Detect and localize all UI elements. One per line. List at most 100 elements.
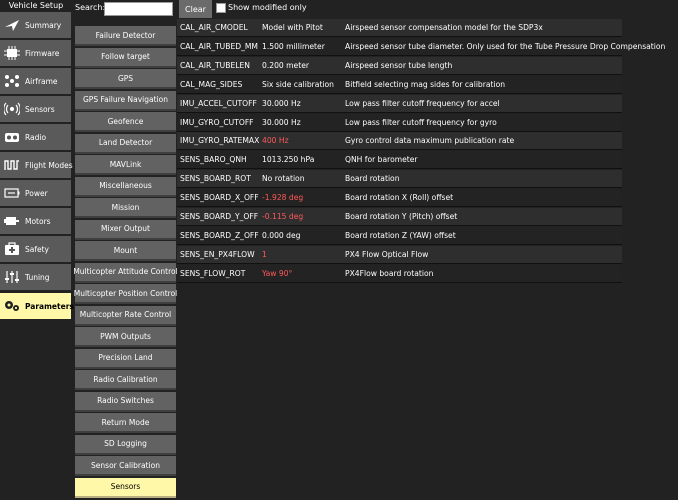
group-mavlink[interactable]: MAVLink	[75, 155, 176, 175]
param-description: Low pass filter cutoff frequency for gyr…	[345, 117, 497, 127]
flight-modes-icon	[3, 157, 21, 173]
group-mount[interactable]: Mount	[75, 241, 176, 261]
nav-item-firmware[interactable]: Firmware	[0, 40, 71, 66]
group-follow-target[interactable]: Follow target	[75, 47, 176, 68]
param-name: IMU_GYRO_CUTOFF	[180, 117, 254, 127]
param-row[interactable]: CAL_AIR_TUBED_MM 1.500 millimeter Airspeed…	[177, 37, 665, 56]
radio-icon	[3, 129, 21, 145]
nav-item-label: Tuning	[25, 272, 50, 282]
param-name: IMU_GYRO_RATEMAX	[180, 136, 260, 146]
nav-item-label: Firmware	[25, 48, 60, 58]
group-return-mode[interactable]: Return Mode	[75, 413, 176, 433]
param-value: 400 Hz	[262, 136, 289, 146]
param-value: Six side calibration	[262, 79, 334, 89]
group-multicopter-rate-control[interactable]: Multicopter Rate Control	[75, 305, 176, 326]
nav-item-sensors[interactable]: Sensors	[0, 96, 71, 122]
param-name: SENS_BOARD_Z_OFF	[180, 230, 259, 240]
group-failure-detector[interactable]: Failure Detector	[75, 26, 176, 46]
param-value: 0.200 meter	[262, 60, 309, 70]
param-row[interactable]: SENS_EN_PX4FLOW 1 PX4 Flow Optical Flow	[177, 245, 622, 264]
param-description: QNH for barometer	[345, 155, 418, 165]
airframe-icon	[3, 73, 21, 89]
safety-icon	[3, 241, 21, 257]
firmware-icon	[3, 45, 21, 61]
group-geofence[interactable]: Geofence	[75, 112, 176, 132]
nav-item-power[interactable]: Power	[0, 180, 71, 206]
nav-item-radio[interactable]: Radio	[0, 124, 71, 150]
group-sd-logging[interactable]: SD Logging	[75, 434, 176, 455]
param-name: IMU_ACCEL_CUTOFF	[180, 98, 257, 108]
param-row[interactable]: IMU_ACCEL_CUTOFF 30.000 Hz Low pass filter…	[177, 94, 622, 113]
param-row[interactable]: CAL_AIR_TUBELEN 0.200 meter Airspeed senso…	[177, 56, 622, 75]
nav-item-airframe[interactable]: Airframe	[0, 68, 71, 94]
power-icon	[3, 185, 21, 201]
param-value: 1	[262, 249, 267, 259]
group-sensors[interactable]: Sensors	[75, 477, 176, 498]
param-name: CAL_AIR_CMODEL	[180, 23, 248, 32]
param-description: PX4Flow board rotation	[345, 268, 434, 278]
param-description: Bitfield selecting mag sides for calibra…	[345, 79, 506, 89]
param-name: SENS_BOARD_X_OFF	[180, 193, 259, 203]
nav-item-summary[interactable]: Summary	[0, 12, 71, 38]
group-multicopter-attitude-control[interactable]: Multicopter Attitude Control	[73, 262, 178, 283]
motors-icon	[3, 213, 21, 229]
group-gps-failure-navigation[interactable]: GPS Failure Navigation	[75, 90, 176, 111]
nav-item-label: Safety	[25, 244, 49, 254]
param-row[interactable]: SENS_BOARD_Z_OFF 0.000 deg Board rotation …	[177, 226, 622, 245]
param-name: CAL_AIR_TUBELEN	[180, 60, 250, 70]
param-value: 0.000 deg	[262, 230, 301, 240]
nav-item-label: Airframe	[25, 76, 58, 86]
group-precision-land[interactable]: Precision Land	[75, 348, 176, 369]
param-row[interactable]: SENS_FLOW_ROT Yaw 90° PX4Flow board rotati…	[177, 264, 622, 283]
param-row[interactable]: SENS_BOARD_Y_OFF -0.115 deg Board rotation…	[177, 208, 622, 226]
param-row[interactable]: IMU_GYRO_RATEMAX 400 Hz Gyro control data …	[177, 132, 622, 151]
nav-item-parameters[interactable]: Parameters	[0, 293, 74, 319]
param-name: CAL_AIR_TUBED_MM	[180, 41, 258, 51]
param-value: Yaw 90°	[262, 268, 293, 278]
param-value: 30.000 Hz	[262, 98, 301, 108]
param-row[interactable]: CAL_AIR_CMODEL Model with Pitot Airspeed s…	[177, 19, 622, 37]
param-description: Board rotation Y (Pitch) offset	[345, 212, 458, 221]
param-value: 30.000 Hz	[262, 117, 301, 127]
nav-item-label: Power	[25, 188, 48, 198]
param-description: Board rotation Z (YAW) offset	[345, 230, 456, 240]
nav-item-safety[interactable]: Safety	[0, 236, 71, 262]
nav-item-flight-modes[interactable]: Flight Modes	[0, 152, 73, 178]
search-input[interactable]	[104, 2, 173, 16]
group-pwm-outputs[interactable]: PWM Outputs	[75, 327, 176, 347]
group-multicopter-position-control[interactable]: Multicopter Position Control	[74, 284, 177, 304]
group-radio-calibration[interactable]: Radio Calibration	[75, 370, 176, 390]
show-modified-checkbox[interactable]	[216, 3, 226, 13]
group-mission[interactable]: Mission	[75, 198, 176, 218]
param-row[interactable]: SENS_BARO_QNH 1013.250 hPa QNH for baromet…	[177, 151, 622, 170]
param-name: SENS_BOARD_ROT	[180, 174, 251, 184]
group-land-detector[interactable]: Land Detector	[75, 133, 176, 154]
param-description: Airspeed sensor tube diameter. Only used…	[345, 41, 666, 51]
param-row[interactable]: SENS_BOARD_X_OFF -1.928 deg Board rotation…	[177, 189, 622, 208]
param-name: SENS_BOARD_Y_OFF	[180, 212, 259, 221]
param-value: 1.500 millimeter	[262, 41, 325, 51]
param-row[interactable]: SENS_BOARD_ROT No rotation Board rotation	[177, 170, 622, 189]
param-name: SENS_BARO_QNH	[180, 155, 247, 165]
nav-item-label: Sensors	[25, 104, 55, 114]
group-mixer-output[interactable]: Mixer Output	[75, 219, 176, 240]
group-radio-switches[interactable]: Radio Switches	[75, 391, 176, 412]
param-description: Gyro control data maximum publication ra…	[345, 136, 515, 146]
nav-title: Vehicle Setup	[8, 1, 64, 10]
group-miscellaneous[interactable]: Miscellaneous	[75, 176, 176, 197]
param-row[interactable]: CAL_MAG_SIDES Six side calibration Bitfiel…	[177, 75, 622, 94]
parameters-icon	[3, 298, 21, 314]
group-sensor-calibration[interactable]: Sensor Calibration	[75, 456, 176, 476]
nav-item-tuning[interactable]: Tuning	[0, 264, 71, 290]
param-value: -0.115 deg	[262, 212, 304, 221]
nav-item-motors[interactable]: Motors	[0, 208, 71, 234]
group-gps[interactable]: GPS	[75, 69, 176, 89]
param-description: Board rotation X (Roll) offset	[345, 193, 454, 203]
param-description: Low pass filter cutoff frequency for acc…	[345, 98, 500, 108]
show-modified-label: Show modified only	[228, 3, 307, 12]
clear-button[interactable]: Clear	[179, 0, 212, 18]
tuning-icon	[3, 269, 21, 285]
param-description: PX4 Flow Optical Flow	[345, 249, 429, 259]
param-row[interactable]: IMU_GYRO_CUTOFF 30.000 Hz Low pass filter …	[177, 113, 622, 132]
param-description: Airspeed sensor tube length	[345, 60, 453, 70]
